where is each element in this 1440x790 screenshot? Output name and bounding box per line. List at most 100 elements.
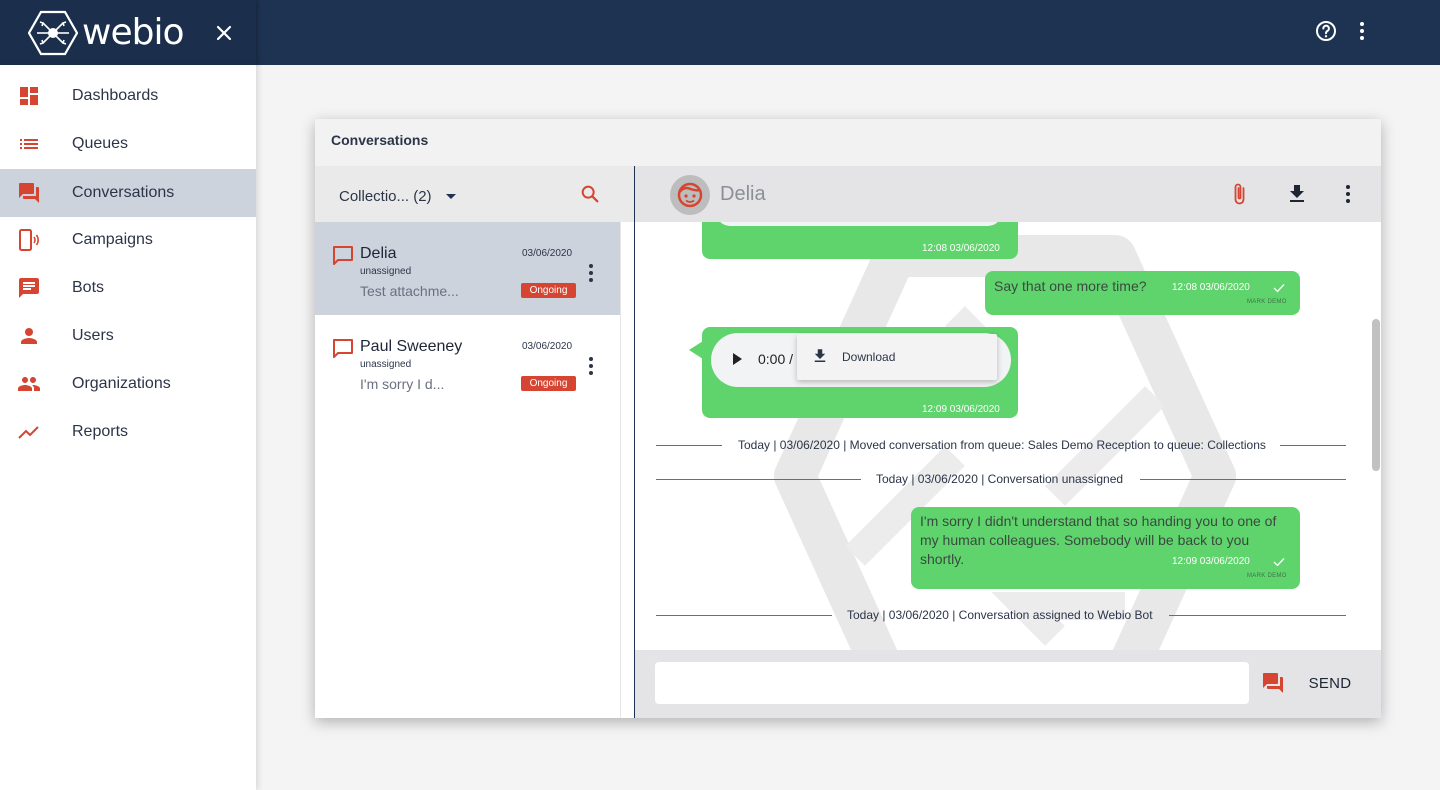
event-divider [1169,615,1346,616]
event-divider [1280,445,1346,446]
top-app-bar: webio [0,0,1440,65]
message-bubble-outgoing: Say that one more time? 12:08 03/06/2020… [985,271,1300,315]
chevron-down-icon [445,194,456,199]
sidebar-item-reports[interactable]: Reports [0,408,256,456]
sidebar-item-label: Dashboards [72,87,159,104]
message-text: Say that one more time? [994,278,1147,294]
message-bubble-outgoing: I'm sorry I didn't understand that so ha… [911,507,1300,589]
download-icon [814,349,826,362]
event-divider [1140,479,1346,480]
phone-ring-icon [19,229,40,251]
conversation-preview: Test attachme... [360,283,459,299]
chat-bubble-icon [333,246,353,265]
conversation-item-paul-sweeney[interactable]: Paul Sweeney unassigned I'm sorry I d...… [315,315,620,408]
page-title: Conversations [331,132,429,148]
conversation-name: Delia [360,245,397,262]
attachment-icon[interactable] [1227,182,1251,206]
sidebar-item-campaigns[interactable]: Campaigns [0,216,256,264]
help-circle-icon [1316,21,1336,41]
audio-download-menu[interactable]: Download [797,334,997,380]
trending-up-icon [18,426,39,439]
people-icon [18,377,40,391]
sidebar-nav: Dashboards Queues Conversations Campaign… [0,65,256,790]
conversation-assignee: unassigned [360,359,412,370]
more-vertical-icon[interactable] [584,261,598,285]
compose-bar: SEND [635,650,1381,718]
audio-time: 0:00 / [758,351,794,367]
system-event-text: Today | 03/06/2020 | Conversation assign… [847,608,1153,622]
sidebar-item-conversations[interactable]: Conversations [0,169,256,217]
message-author: MARK DEMO [1247,573,1287,579]
message-input[interactable] [655,662,1249,704]
person-icon [21,328,37,344]
sidebar-item-bots[interactable]: Bots [0,264,256,312]
face-icon [677,182,703,208]
queue-select-value: Collectio... (2) [339,188,432,205]
sidebar-item-dashboards[interactable]: Dashboards [0,72,256,120]
chat-scrollbar[interactable] [1367,222,1381,650]
quick-reply-icon[interactable] [1261,671,1285,695]
download-menu-item[interactable]: Download [842,350,895,364]
sidebar-item-organizations[interactable]: Organizations [0,360,256,408]
sidebar-item-label: Conversations [72,184,175,201]
conversation-assignee: unassigned [360,266,412,277]
message-author: MARK DEMO [1247,299,1287,305]
event-divider [656,615,832,616]
conversation-date: 03/06/2020 [522,341,573,352]
system-event-text: Today | 03/06/2020 | Moved conversation … [738,438,1266,452]
event-divider [656,445,722,446]
queue-select[interactable]: Collectio... (2) [339,188,456,205]
system-event-text: Today | 03/06/2020 | Conversation unassi… [876,472,1124,486]
chat-header: Delia [635,166,1381,222]
chat-panel: Delia 12:08 03/06/2020 Say that one more… [635,166,1381,718]
more-vertical-icon[interactable] [1341,182,1355,206]
webio-logo-icon [28,10,78,56]
bubble-tail [689,341,703,359]
list-scrollbar[interactable] [620,222,634,718]
sidebar-item-label: Users [72,327,114,344]
dashboard-icon [20,87,38,105]
download-icon[interactable] [1285,182,1309,206]
more-vertical-icon[interactable] [584,354,598,378]
message-time: 12:09 03/06/2020 [1172,556,1250,567]
more-vertical-icon [1360,22,1364,40]
help-button[interactable] [1314,19,1338,43]
list-toolbar: Collectio... (2) [315,166,634,222]
app-menu-button[interactable] [1350,19,1374,43]
event-divider [656,479,861,480]
contact-name: Delia [720,183,766,205]
message-list: 12:08 03/06/2020 Say that one more time?… [635,210,1381,650]
sidebar-item-label: Queues [72,135,129,152]
conversation-list-panel: Collectio... (2) Delia unassigned Test a… [315,166,634,718]
message-time: 12:08 03/06/2020 [922,243,1000,254]
sidebar-item-label: Reports [72,423,129,440]
message-icon [19,278,39,298]
status-badge: Ongoing [521,376,576,391]
sidebar-item-queues[interactable]: Queues [0,120,256,168]
status-badge: Ongoing [521,283,576,298]
avatar [670,175,710,215]
search-icon[interactable] [579,183,601,205]
sidebar-item-users[interactable]: Users [0,312,256,360]
conversation-name: Paul Sweeney [360,338,463,355]
brand-name: webio [82,12,184,53]
list-icon [20,139,38,149]
check-icon [1273,284,1285,293]
chat-bubble-icon [333,339,353,358]
conversation-item-delia[interactable]: Delia unassigned Test attachme... 03/06/… [315,222,620,315]
conversation-preview: I'm sorry I d... [360,376,445,392]
forum-icon [19,183,39,203]
logo-area: webio [0,0,256,65]
check-icon [1273,558,1285,567]
webio-logo: webio [28,10,184,56]
play-icon[interactable] [733,353,742,365]
close-icon [216,25,232,41]
message-time: 12:09 03/06/2020 [922,404,1000,415]
card-header: Conversations [315,119,1381,166]
conversation-date: 03/06/2020 [522,248,573,259]
send-button[interactable]: SEND [1295,664,1365,702]
close-sidebar-button[interactable] [212,21,236,45]
conversations-card: Conversations Collectio... (2) Delia una… [315,119,1381,718]
sidebar-item-label: Bots [72,279,105,296]
chat-scrollbar-thumb[interactable] [1372,319,1380,471]
